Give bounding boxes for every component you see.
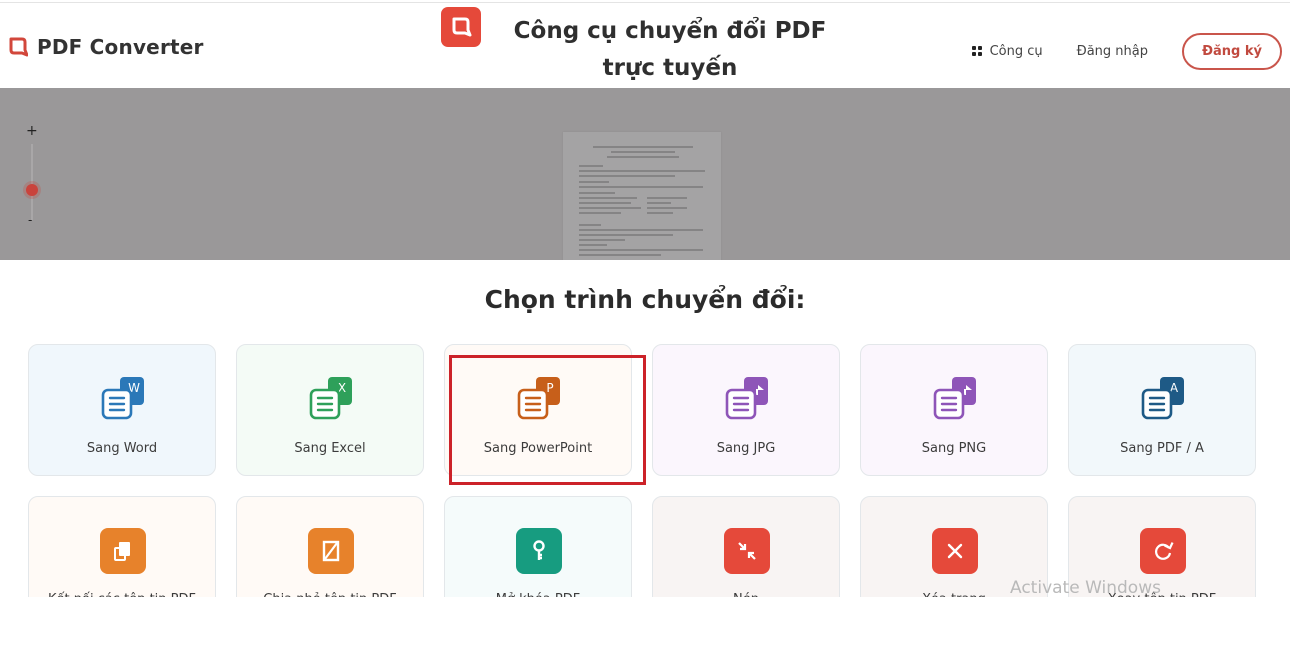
converter-card-pdfa[interactable]: A Sang PDF / A [1068,344,1256,476]
zoom-slider-thumb[interactable] [26,183,38,196]
doc-line [579,181,609,183]
converter-label: Sang Word [86,441,158,456]
converter-label: Sang Excel [294,441,366,456]
viewport-bottom [0,597,1290,666]
close-icon [932,528,978,574]
doc-line [611,151,675,153]
doc-line [607,156,679,158]
pdf-page-thumbnail [563,132,721,260]
png-icon [932,375,978,421]
section-title: Chọn trình chuyển đổi: [484,285,806,314]
brand-logo-icon [8,37,29,57]
brand[interactable]: PDF Converter [8,35,204,59]
zoom-out-button[interactable]: - [28,214,32,226]
powerpoint-icon: P [516,375,562,421]
doc-line [579,229,703,231]
site-header: PDF Converter Công cụ chuyển đổi PDF trự… [0,3,1290,88]
compress-icon [724,528,770,574]
document-preview: + - [0,88,1290,260]
pdfa-icon: A [1140,375,1186,421]
converter-card-png[interactable]: Sang PNG [860,344,1048,476]
converter-card-excel[interactable]: X Sang Excel [236,344,424,476]
excel-icon: X [308,375,354,421]
doc-line [579,207,641,209]
word-icon: W [100,375,146,421]
converter-card-powerpoint[interactable]: P Sang PowerPoint [444,344,632,476]
merge-icon [100,528,146,574]
doc-line [579,249,703,251]
doc-line [579,197,637,199]
doc-line [593,146,693,148]
jpg-icon [724,375,770,421]
rotate-icon [1140,528,1186,574]
doc-line [579,254,661,256]
doc-line [579,212,621,214]
login-link[interactable]: Đăng nhập [1077,44,1148,59]
converter-label: Sang PowerPoint [483,441,593,456]
doc-line [647,202,671,204]
doc-line [579,192,615,194]
hero-logo-icon [441,7,481,47]
top-nav: Công cụ Đăng nhập Đăng ký [971,31,1290,71]
doc-line [579,186,703,188]
hero-title: Công cụ chuyển đổi PDF trực tuyến [513,18,827,81]
key-icon [516,528,562,574]
doc-line [579,165,603,167]
doc-line [647,212,673,214]
doc-line [579,175,675,177]
zoom-slider-track[interactable] [31,144,33,220]
brand-name: PDF Converter [37,35,204,59]
nav-tools-label: Công cụ [989,43,1043,59]
doc-line [579,234,673,236]
converter-card-jpg[interactable]: Sang JPG [652,344,840,476]
zoom-in-button[interactable]: + [26,124,38,138]
activate-windows-watermark: Activate Windows [1010,578,1161,598]
doc-line [647,207,687,209]
converter-label: Sang PNG [921,441,987,456]
grid-icon [971,46,982,56]
nav-tools-menu[interactable]: Công cụ [971,43,1043,59]
doc-line [579,202,631,204]
doc-line [579,170,705,172]
converter-card-word[interactable]: W Sang Word [28,344,216,476]
doc-line [647,197,687,199]
doc-line [579,224,601,226]
zoom-control: + - [22,122,42,232]
converter-label: Sang PDF / A [1120,441,1204,456]
converter-label: Sang JPG [716,441,776,456]
split-icon [308,528,354,574]
signup-button[interactable]: Đăng ký [1182,32,1282,70]
doc-line [579,244,607,246]
doc-line [579,239,625,241]
